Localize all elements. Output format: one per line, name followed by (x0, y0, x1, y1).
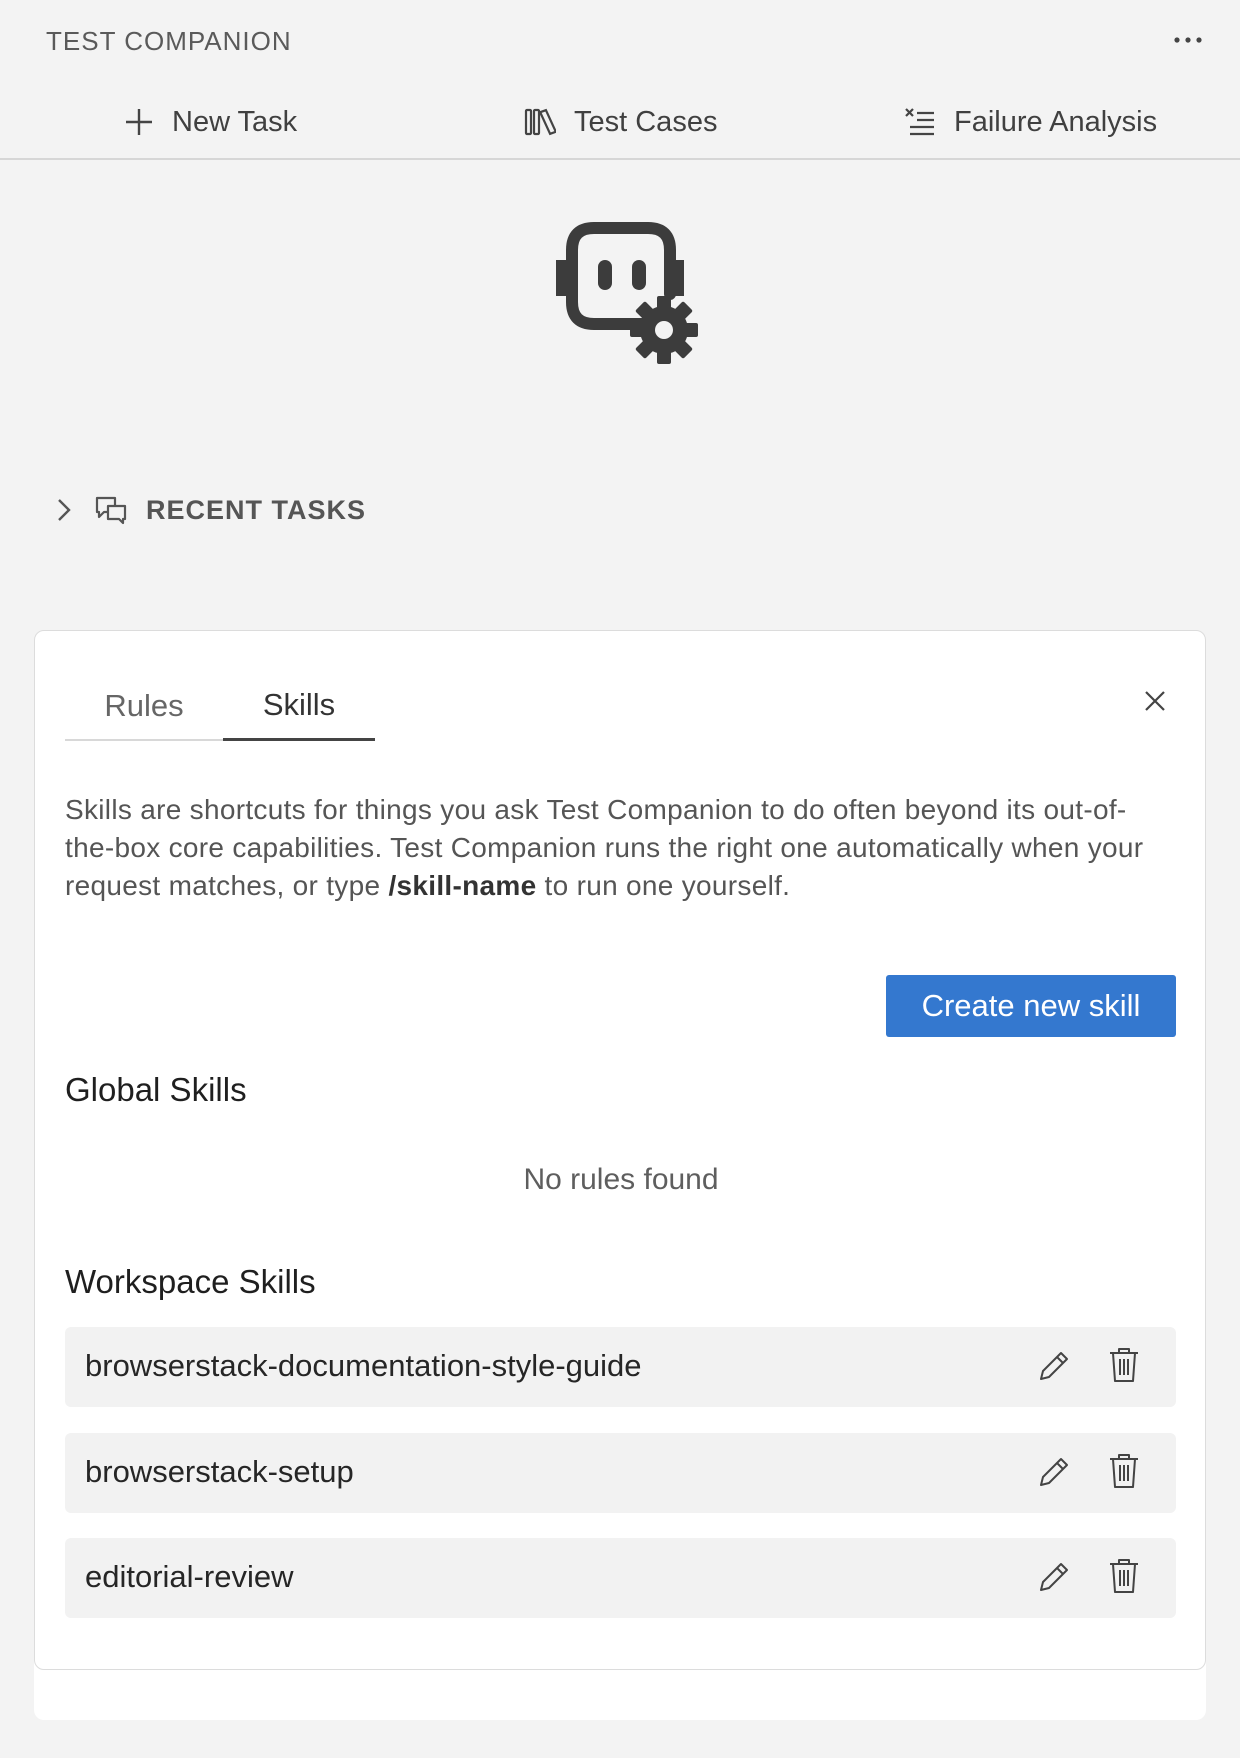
trash-icon[interactable] (1105, 1451, 1143, 1491)
close-icon (1145, 691, 1165, 711)
skill-row[interactable]: browserstack-documentation-style-guide (65, 1327, 1176, 1407)
skills-panel: Rules Skills Skills are shortcuts for th… (34, 630, 1206, 1670)
chat-bubbles-icon (95, 496, 127, 525)
workspace-skills-heading: Workspace Skills (65, 1263, 316, 1300)
skill-name: browserstack-documentation-style-guide (85, 1348, 642, 1383)
skill-command: /skill-name (388, 870, 537, 901)
skill-row[interactable]: editorial-review (65, 1538, 1176, 1618)
failure-analysis-button[interactable]: Failure Analysis (904, 96, 1157, 148)
recent-tasks-toggle[interactable]: RECENT TASKS (52, 488, 366, 532)
test-cases-label: Test Cases (574, 105, 718, 138)
library-icon (524, 108, 556, 136)
app-title: TEST COMPANION (46, 26, 292, 56)
create-new-skill-button[interactable]: Create new skill (886, 975, 1176, 1037)
plus-icon (126, 109, 152, 135)
more-horizontal-icon (1174, 37, 1202, 43)
new-task-label: New Task (172, 105, 298, 138)
edit-pencil-icon[interactable] (1035, 1347, 1073, 1385)
list-error-icon (905, 108, 934, 136)
skills-description: Skills are shortcuts for things you ask … (65, 791, 1175, 905)
chevron-right-icon (58, 499, 71, 521)
close-panel-button[interactable] (1135, 681, 1175, 721)
tab-skills[interactable]: Skills (223, 671, 375, 741)
app-header: TEST COMPANION New Task Test Cases Failu… (0, 0, 1240, 160)
recent-tasks-label: RECENT TASKS (146, 494, 367, 525)
skill-name: browserstack-setup (85, 1454, 354, 1489)
failure-analysis-label: Failure Analysis (954, 105, 1158, 138)
edit-pencil-icon[interactable] (1035, 1558, 1073, 1596)
trash-icon[interactable] (1105, 1345, 1143, 1385)
edit-pencil-icon[interactable] (1035, 1453, 1073, 1491)
global-skills-empty: No rules found (523, 1163, 719, 1196)
new-task-button[interactable]: New Task (124, 96, 297, 148)
tab-rules[interactable]: Rules (65, 671, 223, 741)
description-text-end: to run one yourself. (536, 870, 791, 901)
panel-tabs: Rules Skills (65, 671, 375, 741)
bot-gear-icon (556, 222, 698, 364)
trash-icon[interactable] (1105, 1556, 1143, 1596)
more-options-button[interactable] (1168, 20, 1208, 60)
skill-row[interactable]: browserstack-setup (65, 1433, 1176, 1513)
global-skills-heading: Global Skills (65, 1071, 247, 1108)
skill-name: editorial-review (85, 1559, 294, 1594)
test-cases-button[interactable]: Test Cases (524, 96, 717, 148)
